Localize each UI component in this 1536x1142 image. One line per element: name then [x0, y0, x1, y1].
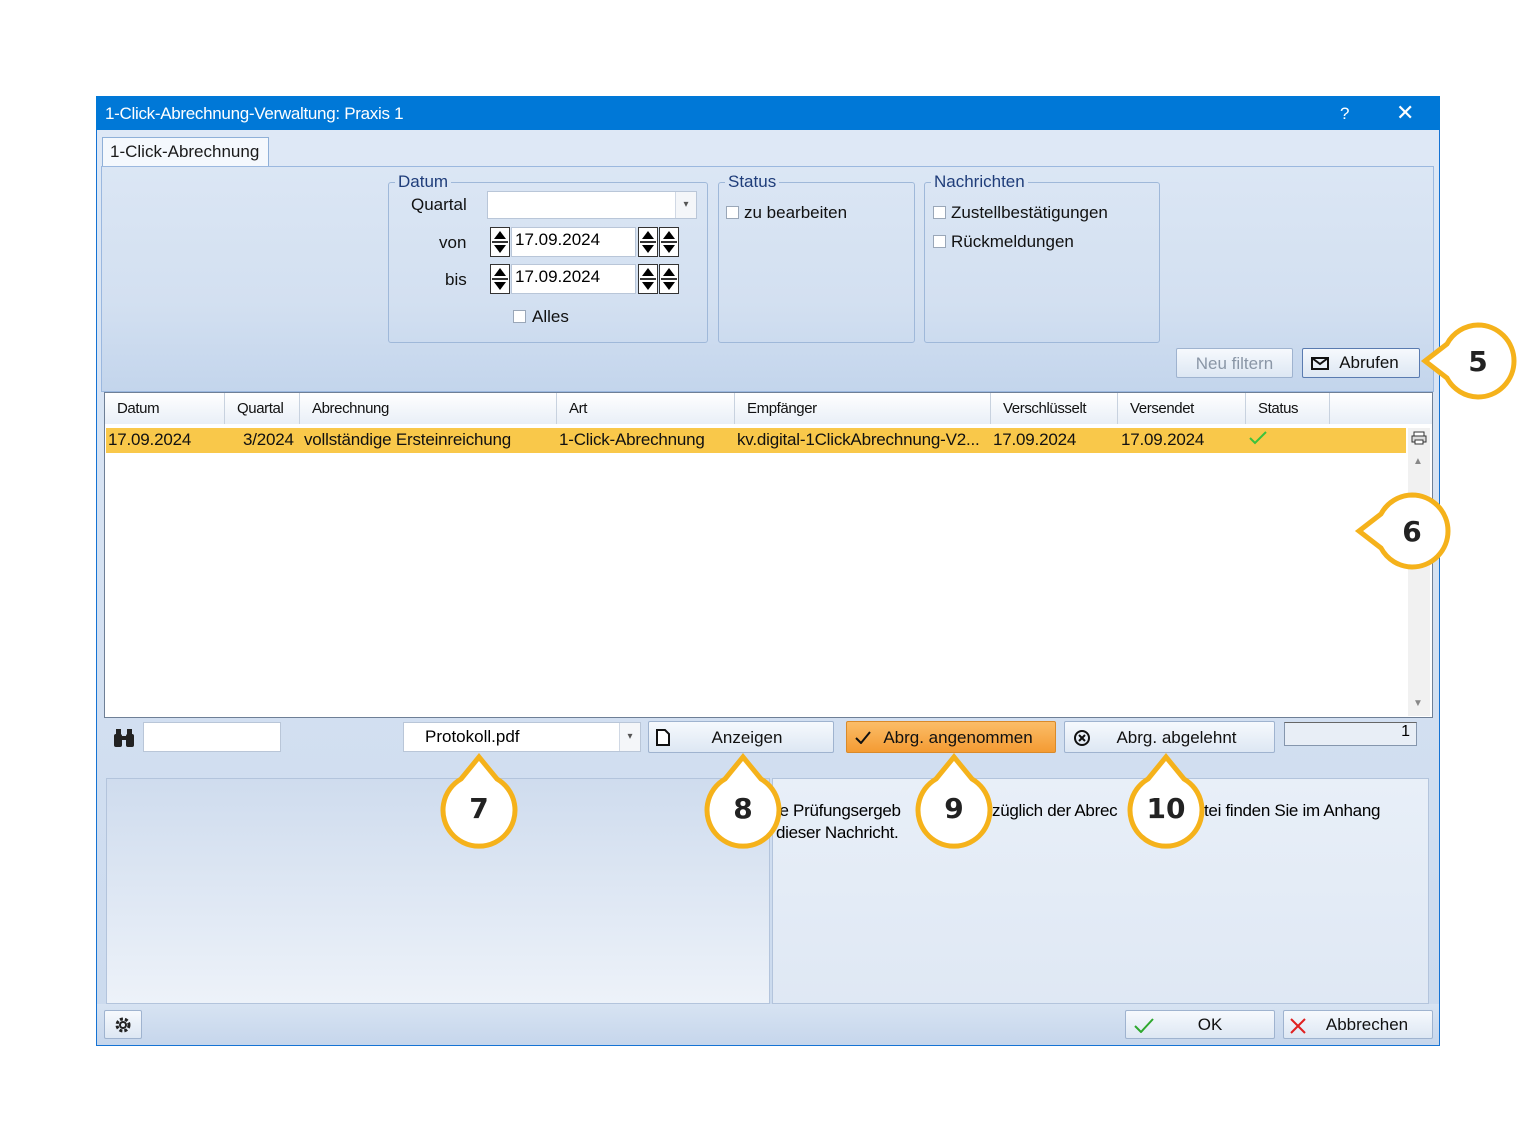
scroll-up-icon[interactable]: ▲: [1413, 456, 1423, 467]
zustellbestaetigungen-label: Zustellbestätigungen: [951, 203, 1108, 222]
von-label: von: [439, 233, 467, 252]
column-header-verschluesselt[interactable]: Verschlüsselt: [991, 393, 1118, 424]
abrg-abgelehnt-button[interactable]: Abrg. abgelehnt: [1064, 721, 1275, 753]
message-text-part-1: ie Prüfungsergeb: [776, 801, 901, 820]
bis-date-field[interactable]: 17.09.2024: [511, 264, 636, 294]
abbrechen-label: Abbrechen: [1325, 1015, 1409, 1034]
checkmark-icon: [1134, 1018, 1154, 1033]
abrufen-label: Abrufen: [1339, 353, 1399, 372]
ok-button[interactable]: OK: [1125, 1010, 1275, 1039]
cancel-circle-icon: [1074, 730, 1090, 746]
quartal-select[interactable]: ▾: [487, 191, 697, 219]
abrg-angenommen-button[interactable]: Abrg. angenommen: [846, 721, 1056, 753]
column-header-status[interactable]: Status: [1246, 393, 1330, 424]
status-legend: Status: [728, 172, 777, 191]
column-header-art[interactable]: Art: [557, 393, 735, 424]
cell-versendet: 17.09.2024: [1121, 430, 1205, 449]
cell-datum: 17.09.2024: [108, 430, 192, 449]
scroll-down-icon[interactable]: ▼: [1413, 698, 1423, 709]
search-input[interactable]: [143, 722, 281, 752]
cell-empfaenger: kv.digital-1ClickAbrechnung-V2...: [737, 430, 980, 449]
message-text-line-2: dieser Nachricht.: [776, 823, 899, 842]
count-value: 1: [1401, 723, 1410, 740]
count-field: 1: [1284, 722, 1417, 746]
binoculars-icon[interactable]: [112, 728, 136, 748]
bis-label: bis: [445, 270, 467, 289]
column-header-abrechnung[interactable]: Abrechnung: [300, 393, 557, 424]
title-bar: 1-Click-Abrechnung-Verwaltung: Praxis 1 …: [96, 96, 1440, 130]
check-icon: [1249, 431, 1267, 445]
bis-date-value: 17.09.2024: [515, 267, 601, 286]
zu-bearbeiten-label: zu bearbeiten: [744, 203, 848, 222]
close-button[interactable]: ✕: [1396, 100, 1414, 126]
von-date-value: 17.09.2024: [515, 230, 601, 249]
nachrichten-legend: Nachrichten: [934, 172, 1025, 191]
zu-bearbeiten-checkbox[interactable]: [726, 206, 739, 219]
column-header-empfaenger[interactable]: Empfänger: [735, 393, 991, 424]
callout-5: 5: [1420, 322, 1517, 400]
abbrechen-button[interactable]: Abbrechen: [1283, 1010, 1433, 1039]
checkmark-icon: [855, 731, 871, 744]
attachment-value: Protokoll.pdf: [425, 727, 520, 746]
ok-label: OK: [1197, 1015, 1223, 1034]
alles-checkbox[interactable]: [513, 310, 526, 323]
column-header-quartal[interactable]: Quartal: [225, 393, 300, 424]
column-header-filler: [1330, 393, 1432, 424]
help-button[interactable]: ?: [1340, 104, 1349, 124]
message-text-part-2: züglich der Abrec: [992, 801, 1118, 820]
cell-art: 1-Click-Abrechnung: [559, 430, 705, 449]
abrg-angenommen-label: Abrg. angenommen: [883, 728, 1033, 747]
callout-9-label: 9: [944, 792, 963, 825]
message-text-part-3: tei finden Sie im Anhang: [1204, 801, 1381, 820]
von-date-field[interactable]: 17.09.2024: [511, 227, 636, 257]
bis-spin-right-a[interactable]: [638, 264, 658, 294]
vertical-scrollbar[interactable]: ▲ ▼: [1408, 428, 1430, 716]
callout-5-label: 5: [1468, 345, 1487, 378]
cell-quartal: 3/2024: [243, 430, 294, 449]
von-spin-left[interactable]: [490, 227, 510, 257]
callout-10-label: 10: [1147, 792, 1186, 825]
nachrichten-group: Nachrichten: [924, 172, 1160, 343]
anzeigen-button[interactable]: Anzeigen: [648, 721, 834, 753]
anzeigen-label: Anzeigen: [711, 728, 783, 747]
status-group: Status: [718, 172, 915, 343]
bis-spin-right-b[interactable]: [659, 264, 679, 294]
column-header-datum[interactable]: Datum: [105, 393, 225, 424]
neu-filtern-label: Neu filtern: [1195, 354, 1274, 373]
zustellbestaetigungen-checkbox[interactable]: [933, 206, 946, 219]
cell-verschluesselt: 17.09.2024: [993, 430, 1077, 449]
callout-7: 7: [440, 753, 518, 849]
callout-6: 6: [1354, 492, 1451, 570]
column-header-versendet[interactable]: Versendet: [1118, 393, 1246, 424]
callout-9: 9: [915, 753, 993, 849]
close-icon: [1290, 1018, 1306, 1034]
tab-1-click-abrechnung[interactable]: 1-Click-Abrechnung: [102, 137, 269, 167]
window-title: 1-Click-Abrechnung-Verwaltung: Praxis 1: [105, 104, 404, 123]
chevron-down-icon[interactable]: ▾: [619, 723, 640, 751]
chevron-down-icon[interactable]: ▾: [675, 192, 696, 218]
von-spin-right-a[interactable]: [638, 227, 658, 257]
callout-10: 10: [1127, 753, 1205, 849]
callout-6-label: 6: [1402, 515, 1421, 548]
document-icon: [656, 729, 670, 746]
rueckmeldungen-checkbox[interactable]: [933, 235, 946, 248]
callout-8-label: 8: [733, 792, 752, 825]
quartal-label: Quartal: [411, 195, 467, 214]
bis-spin-left[interactable]: [490, 264, 510, 294]
print-icon[interactable]: [1411, 431, 1427, 445]
von-spin-right-b[interactable]: [659, 227, 679, 257]
abrufen-button[interactable]: Abrufen: [1302, 348, 1420, 378]
cell-abrechnung: vollständige Ersteinreichung: [304, 430, 512, 449]
gear-icon: [115, 1017, 131, 1033]
callout-8: 8: [704, 753, 782, 849]
datum-legend: Datum: [398, 172, 449, 191]
neu-filtern-button[interactable]: Neu filtern: [1176, 348, 1293, 378]
alles-label: Alles: [532, 307, 569, 326]
rueckmeldungen-label: Rückmeldungen: [951, 232, 1074, 251]
abrg-abgelehnt-label: Abrg. abgelehnt: [1116, 728, 1237, 747]
settings-button[interactable]: [104, 1010, 142, 1039]
envelope-icon: [1311, 357, 1329, 370]
callout-7-label: 7: [469, 792, 488, 825]
attachment-select[interactable]: Protokoll.pdf ▾: [403, 722, 641, 752]
